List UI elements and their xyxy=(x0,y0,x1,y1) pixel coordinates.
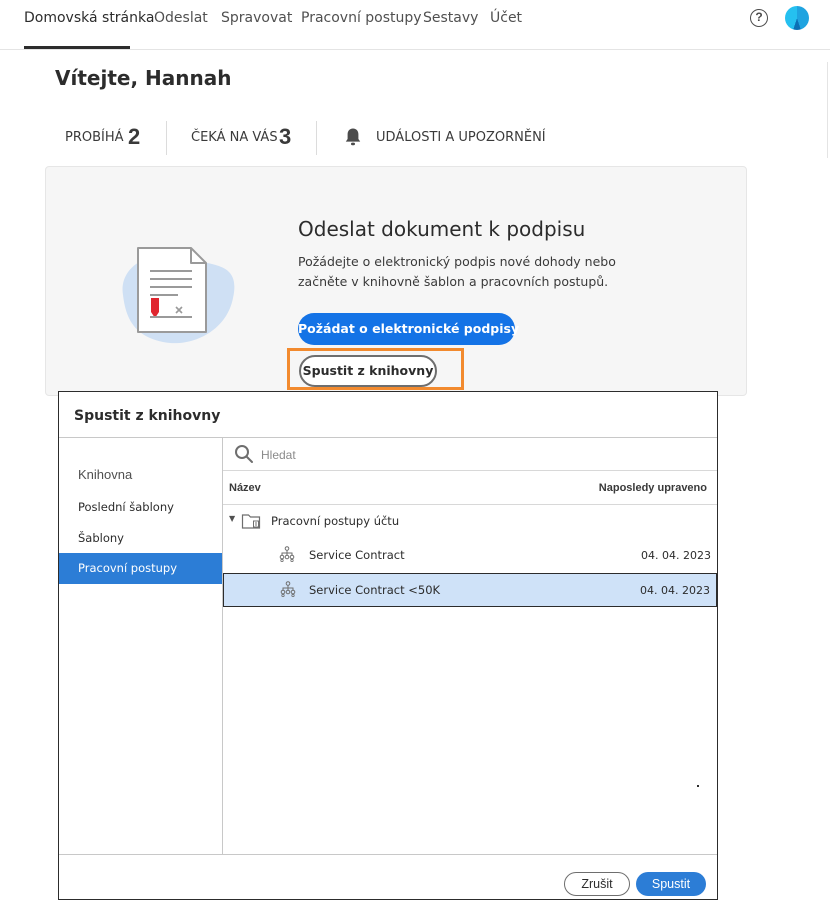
stat-divider xyxy=(166,121,167,155)
nav-item-reports[interactable]: Sestavy xyxy=(423,10,478,26)
table-row-selected[interactable]: Service Contract <50K 04. 04. 2023 xyxy=(223,573,717,607)
nav-item-account[interactable]: Účet xyxy=(490,10,522,26)
library-dialog: Spustit z knihovny Knihovna Poslední šab… xyxy=(58,391,718,900)
help-icon[interactable]: ? xyxy=(750,9,768,27)
column-modified[interactable]: Naposledy upraveno xyxy=(599,482,707,494)
row-name: Service Contract <50K xyxy=(309,583,441,597)
card-title: Odeslat dokument k podpisu xyxy=(298,217,586,241)
table-row[interactable]: Service Contract 04. 04. 2023 xyxy=(223,539,717,573)
dialog-body: Knihovna Poslední šablony Šablony Pracov… xyxy=(59,437,717,855)
start-from-library-button[interactable]: Spustit z knihovny xyxy=(299,355,437,387)
row-modified: 04. 04. 2023 xyxy=(640,584,710,597)
cancel-button[interactable]: Zrušit xyxy=(564,872,630,896)
sidebar-item-workflows[interactable]: Pracovní postupy xyxy=(59,553,222,584)
workflow-icon xyxy=(280,581,296,597)
in-progress-label[interactable]: PROBÍHÁ xyxy=(65,130,124,145)
top-nav: Domovská stránka Odeslat Spravovat Praco… xyxy=(0,0,830,50)
library-heading: Knihovna xyxy=(78,467,133,482)
dialog-main: Název Naposledy upraveno ▼ Pracovní post… xyxy=(223,438,717,855)
dialog-sidebar: Knihovna Poslední šablony Šablony Pracov… xyxy=(59,438,223,855)
nav-item-workflows[interactable]: Pracovní postupy xyxy=(301,10,422,26)
nav-active-underline xyxy=(24,46,130,49)
events-label[interactable]: UDÁLOSTI A UPOZORNĚNÍ xyxy=(376,130,546,145)
stat-divider xyxy=(316,121,317,155)
sidebar-item-templates[interactable]: Šablony xyxy=(59,523,222,554)
sidebar-item-recent-templates[interactable]: Poslední šablony xyxy=(59,492,222,523)
search-bar xyxy=(223,438,717,471)
caret-down-icon[interactable]: ▼ xyxy=(229,514,235,523)
cursor-dot xyxy=(697,785,699,787)
column-header: Název Naposledy upraveno xyxy=(223,471,717,505)
request-signatures-button[interactable]: Požádat o elektronické podpisy xyxy=(298,313,519,345)
folder-row[interactable]: ▼ Pracovní postupy účtu xyxy=(223,505,717,539)
folder-label: Pracovní postupy účtu xyxy=(271,514,400,528)
bell-icon[interactable] xyxy=(344,127,362,147)
avatar[interactable] xyxy=(785,6,809,30)
right-divider xyxy=(827,62,828,158)
folder-icon xyxy=(241,514,261,529)
nav-item-home[interactable]: Domovská stránka xyxy=(24,10,154,26)
search-input[interactable] xyxy=(261,444,661,466)
waiting-count[interactable]: 3 xyxy=(279,124,291,150)
row-modified: 04. 04. 2023 xyxy=(641,549,711,562)
in-progress-count[interactable]: 2 xyxy=(128,124,140,150)
card-description: Požádejte o elektronický podpis nové doh… xyxy=(298,254,616,289)
start-button[interactable]: Spustit xyxy=(636,872,706,896)
page-title: Vítejte, Hannah xyxy=(55,66,232,90)
waiting-label[interactable]: ČEKÁ NA VÁS xyxy=(191,130,278,145)
search-icon xyxy=(235,445,253,463)
dialog-title: Spustit z knihovny xyxy=(74,408,221,424)
column-name[interactable]: Název xyxy=(229,482,261,494)
row-name: Service Contract xyxy=(309,548,405,562)
nav-item-manage[interactable]: Spravovat xyxy=(221,10,292,26)
nav-item-send[interactable]: Odeslat xyxy=(154,10,208,26)
document-icon xyxy=(122,247,235,344)
workflow-icon xyxy=(279,546,295,562)
